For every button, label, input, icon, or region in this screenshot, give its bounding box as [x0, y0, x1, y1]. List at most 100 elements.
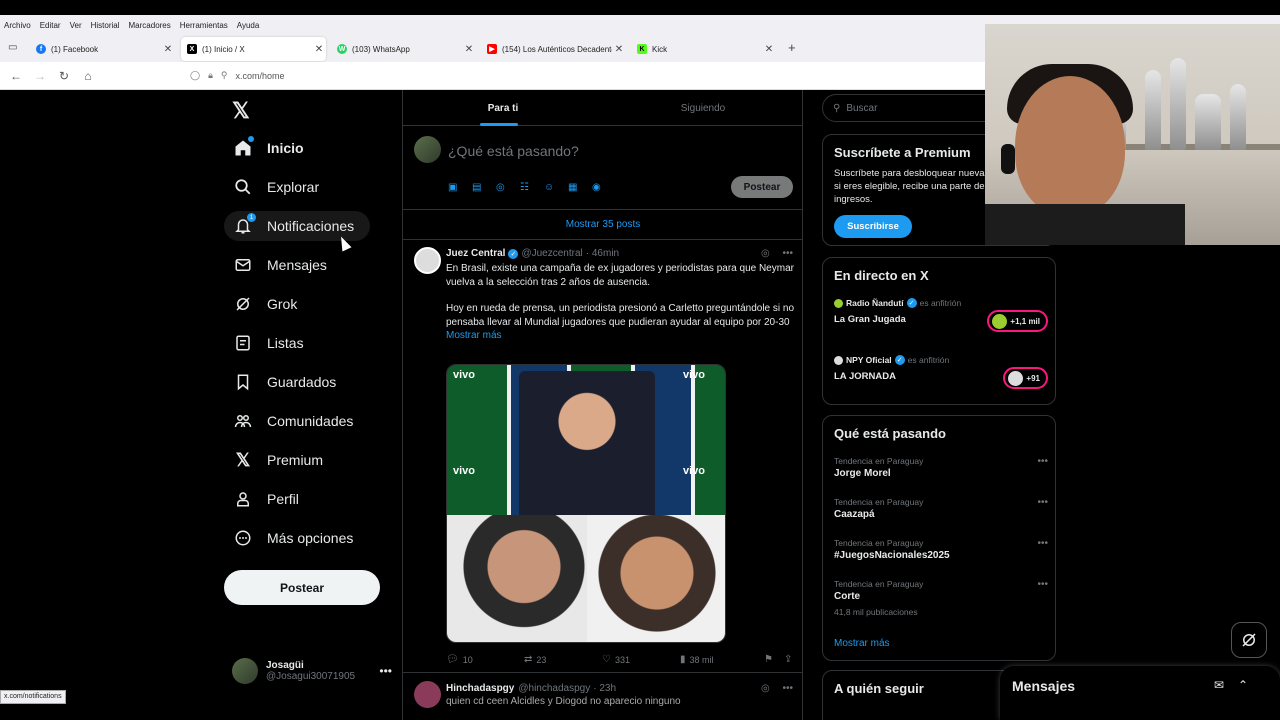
- forward-icon[interactable]: →: [28, 69, 52, 83]
- expand-icon[interactable]: ⌃: [1238, 678, 1248, 692]
- listener-count-pill[interactable]: +1,1 mil: [987, 310, 1048, 332]
- location-icon[interactable]: ◉: [592, 182, 616, 193]
- tweet-handle[interactable]: @hinchadaspgy: [518, 683, 590, 694]
- schedule-icon[interactable]: ▦: [568, 182, 592, 193]
- sidebar-item-grok[interactable]: Grok: [224, 289, 313, 319]
- close-icon[interactable]: ✕: [161, 44, 175, 55]
- bookmark-button[interactable]: ⚑: [764, 654, 784, 665]
- tweet-time[interactable]: · 23h: [593, 683, 616, 694]
- home-button-icon[interactable]: ⌂: [76, 69, 100, 83]
- gif-icon[interactable]: ▤: [472, 182, 496, 193]
- close-icon[interactable]: ✕: [462, 44, 476, 55]
- sidebar-item-listas[interactable]: Listas: [224, 328, 320, 358]
- lock-icon[interactable]: 🔒︎: [208, 70, 213, 81]
- show-more-link[interactable]: Mostrar más: [446, 330, 502, 341]
- show-new-posts[interactable]: Mostrar 35 posts: [403, 210, 803, 240]
- tweet-media[interactable]: vivo vivo vivo vivo: [446, 364, 726, 643]
- grok-icon[interactable]: ◎: [496, 182, 520, 193]
- sidebar-item-mas-opciones[interactable]: Más opciones: [224, 523, 369, 553]
- media-image-press-conference[interactable]: vivo vivo vivo vivo: [447, 365, 725, 515]
- live-space-item[interactable]: NPY Oficial ✓ es anfitrión LA JORNADA +91: [834, 355, 1048, 389]
- tweet[interactable]: Juez Central ✓ @Juezcentral · 46min ◎ ••…: [403, 240, 803, 673]
- image-icon[interactable]: ▣: [448, 182, 472, 193]
- menu-historial[interactable]: Historial: [91, 21, 120, 30]
- timeline: Para ti Siguiendo ¿Qué está pasando? ▣ ▤…: [402, 90, 803, 720]
- tweet-handle[interactable]: @Juezcentral: [521, 248, 582, 259]
- subscribe-button[interactable]: Suscribirse: [834, 215, 912, 238]
- sidebar-item-inicio[interactable]: Inicio: [224, 133, 320, 163]
- media-image-player-left[interactable]: [447, 515, 587, 642]
- trend-item[interactable]: Tendencia en Paraguay Caazapá •••: [834, 497, 1048, 520]
- grok-icon[interactable]: ◎: [761, 248, 770, 259]
- reply-button[interactable]: 💬︎ 10: [446, 654, 524, 665]
- more-horizontal-icon[interactable]: •••: [1037, 579, 1048, 590]
- x-logo-icon[interactable]: 𝕏: [232, 98, 250, 124]
- menu-editar[interactable]: Editar: [40, 21, 61, 30]
- tweet-author-name[interactable]: Hinchadaspgy: [446, 683, 514, 694]
- menu-ver[interactable]: Ver: [70, 21, 82, 30]
- address-text[interactable]: x.com/home: [235, 71, 284, 81]
- compose-post-button[interactable]: Postear: [731, 176, 793, 198]
- live-space-item[interactable]: Radio Ñandutí ✓ es anfitrión La Gran Jugad…: [834, 298, 1048, 332]
- tracking-shield-icon[interactable]: ◯: [190, 70, 200, 81]
- more-horizontal-icon[interactable]: •••: [1037, 538, 1048, 549]
- compose-input[interactable]: ¿Qué está pasando?: [448, 143, 579, 159]
- sidebar-item-perfil[interactable]: Perfil: [224, 484, 315, 514]
- tab-youtube[interactable]: ▶ (154) Los Auténticos Decadente ✕: [481, 37, 626, 61]
- trend-item[interactable]: Tendencia en Paraguay Corte 41,8 mil pub…: [834, 579, 1048, 617]
- emoji-icon[interactable]: ☺: [544, 182, 568, 193]
- listener-count-pill[interactable]: +91: [1003, 367, 1048, 389]
- tab-kick[interactable]: K Kick ✕: [631, 37, 776, 61]
- tab-para-ti[interactable]: Para ti: [403, 90, 603, 126]
- reload-icon[interactable]: ↻: [52, 69, 76, 83]
- menu-ayuda[interactable]: Ayuda: [237, 21, 260, 30]
- poll-icon[interactable]: ☷: [520, 182, 544, 193]
- tab-label: (1) Inicio / X: [202, 44, 245, 54]
- trend-item[interactable]: Tendencia en Paraguay #JuegosNacionales2…: [834, 538, 1048, 561]
- close-icon[interactable]: ✕: [312, 44, 326, 55]
- share-button[interactable]: ⇪: [784, 654, 796, 665]
- sidebar-item-premium[interactable]: 𝕏 Premium: [224, 445, 339, 475]
- address-field[interactable]: ◯ 🔒︎ ⚲ x.com/home: [190, 70, 285, 81]
- new-tab-icon[interactable]: +: [788, 40, 796, 55]
- media-image-player-right[interactable]: [587, 515, 725, 642]
- tab-overview-icon[interactable]: ▭: [8, 42, 17, 53]
- tweet-author-name[interactable]: Juez Central: [446, 248, 505, 259]
- back-icon[interactable]: ←: [4, 69, 28, 83]
- more-horizontal-icon[interactable]: •••: [379, 664, 392, 678]
- grok-floating-button[interactable]: [1231, 622, 1267, 658]
- account-switcher[interactable]: Josagüi @Josagui30071905 •••: [232, 656, 392, 686]
- sidebar-item-comunidades[interactable]: Comunidades: [224, 406, 369, 436]
- show-more-trends[interactable]: Mostrar más: [834, 638, 890, 649]
- more-horizontal-icon[interactable]: •••: [1037, 497, 1048, 508]
- like-button[interactable]: ♡ 331: [602, 654, 680, 665]
- grok-icon[interactable]: ◎: [761, 683, 770, 694]
- sidebar-item-notificaciones[interactable]: 1 Notificaciones: [224, 211, 371, 241]
- sidebar-item-guardados[interactable]: Guardados: [224, 367, 352, 397]
- messages-drawer[interactable]: Mensajes ✉ ⌃: [1000, 666, 1280, 720]
- tab-facebook[interactable]: f (1) Facebook ✕: [30, 37, 175, 61]
- menu-archivo[interactable]: Archivo: [4, 21, 31, 30]
- tweet-time[interactable]: · 46min: [586, 248, 619, 259]
- tweet[interactable]: Hinchadaspgy @hinchadaspgy · 23h ◎ ••• q…: [403, 673, 803, 720]
- menu-marcadores[interactable]: Marcadores: [129, 21, 171, 30]
- avatar[interactable]: [414, 247, 441, 274]
- close-icon[interactable]: ✕: [612, 44, 626, 55]
- tab-siguiendo[interactable]: Siguiendo: [603, 90, 803, 126]
- repost-button[interactable]: ⇄ 23: [524, 654, 602, 665]
- more-horizontal-icon[interactable]: •••: [782, 683, 793, 694]
- avatar[interactable]: [414, 681, 441, 708]
- more-horizontal-icon[interactable]: •••: [782, 248, 793, 259]
- menu-herramientas[interactable]: Herramientas: [180, 21, 228, 30]
- tab-x-home[interactable]: X (1) Inicio / X ✕: [181, 37, 326, 61]
- new-message-icon[interactable]: ✉: [1214, 678, 1224, 692]
- more-horizontal-icon[interactable]: •••: [1037, 456, 1048, 467]
- post-button[interactable]: Postear: [224, 570, 380, 605]
- sidebar-item-explorar[interactable]: Explorar: [224, 172, 335, 202]
- close-icon[interactable]: ✕: [762, 44, 776, 55]
- tab-whatsapp[interactable]: W (103) WhatsApp ✕: [331, 37, 476, 61]
- views-button[interactable]: ▮ 38 mil: [680, 654, 764, 665]
- sidebar-item-mensajes[interactable]: Mensajes: [224, 250, 343, 280]
- permissions-icon[interactable]: ⚲: [221, 70, 228, 81]
- trend-item[interactable]: Tendencia en Paraguay Jorge Morel •••: [834, 456, 1048, 479]
